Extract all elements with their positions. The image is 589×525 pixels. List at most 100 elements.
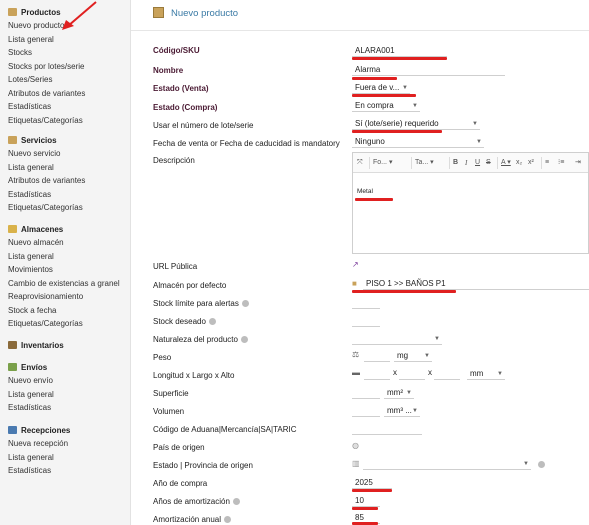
anio-compra-input[interactable]: 2025 [352, 477, 392, 489]
sidebar-item-movimientos[interactable]: Movimientos [0, 263, 131, 277]
strikethrough-icon[interactable]: S [486, 157, 491, 169]
sidebar-item-lista-general[interactable]: Lista general [0, 161, 131, 175]
sidebar-section-title[interactable]: Almacenes [0, 223, 131, 236]
bold-icon[interactable]: B [453, 157, 458, 169]
sidebar-item-lista-general[interactable]: Lista general [0, 388, 131, 402]
nombre-label: Nombre [153, 66, 184, 75]
sidebar-item-lista-general[interactable]: Lista general [0, 451, 131, 465]
largo-input[interactable] [399, 368, 425, 380]
provincia-label: Estado | Provincia de origen [153, 461, 253, 470]
almacen-select[interactable]: PISO 1 >> BAÑOS P1 [363, 278, 589, 290]
peso-unit-select[interactable]: mg ▼ [394, 350, 432, 362]
sidebar-item-nuevo-servicio[interactable]: Nuevo servicio [0, 147, 131, 161]
volumen-unit-select[interactable]: mm³ ... ▼ [384, 405, 420, 417]
annotation-underline [352, 522, 378, 525]
sidebar-item-etiquetas[interactable]: Etiquetas/Categorías [0, 114, 131, 128]
provincia-select[interactable]: ▼ [363, 458, 531, 470]
editor-body-text[interactable]: Metal [357, 188, 373, 195]
sidebar-item-atributos[interactable]: Atributos de variantes [0, 174, 131, 188]
volumen-input[interactable] [352, 405, 380, 417]
external-link-icon[interactable]: ↗ [352, 260, 359, 269]
dim-unit-select[interactable]: mm ▼ [467, 368, 505, 380]
stock-limite-input[interactable] [352, 297, 380, 309]
chevron-down-icon: ▼ [472, 121, 478, 127]
naturaleza-label: Naturaleza del producto [153, 335, 248, 344]
sidebar-item-nuevo-envio[interactable]: Nuevo envío [0, 374, 131, 388]
sidebar-item-estadisticas[interactable]: Estadísticas [0, 100, 131, 114]
info-icon [538, 461, 545, 468]
reception-icon [8, 426, 17, 434]
underline-icon[interactable]: U [475, 157, 480, 169]
numbered-list-icon[interactable]: ≡ [545, 157, 549, 169]
stock-deseado-input[interactable] [352, 315, 380, 327]
toolbar-divider [449, 157, 450, 169]
sidebar-item-nueva-recepcion[interactable]: Nueva recepción [0, 437, 131, 451]
anios-amort-input[interactable]: 10 [352, 495, 380, 507]
sidebar-item-stocks[interactable]: Stocks [0, 46, 131, 60]
sidebar-section-inventarios: Inventarios [0, 339, 131, 352]
alto-input[interactable] [434, 368, 460, 380]
sidebar-item-nuevo-almacen[interactable]: Nuevo almacén [0, 236, 131, 250]
warehouse-icon: ■ [352, 279, 357, 288]
italic-icon[interactable]: I [465, 157, 467, 169]
inventory-icon [8, 341, 17, 349]
warehouse-icon [8, 225, 17, 233]
sidebar-section-almacenes: Almacenes Nuevo almacén Lista general Mo… [0, 223, 131, 331]
url-label: URL Pública [153, 262, 198, 271]
sidebar-section-title[interactable]: Servicios [0, 134, 131, 147]
sidebar-item-stock-fecha[interactable]: Stock a fecha [0, 304, 131, 318]
indent-icon[interactable]: ⇥ [575, 157, 581, 169]
sidebar-item-cambio-existencias[interactable]: Cambio de existencias a granel [0, 277, 131, 291]
box-icon [153, 7, 164, 18]
superficie-input[interactable] [352, 387, 380, 399]
page-header: Nuevo producto [153, 6, 238, 22]
sidebar-item-stocks-lotes[interactable]: Stocks por lotes/serie [0, 60, 131, 74]
sidebar-section-title[interactable]: Recepciones [0, 424, 131, 437]
font-select[interactable]: Fo... ▾ [373, 157, 392, 169]
info-icon [208, 318, 216, 325]
box-icon [8, 136, 17, 144]
toolbar-divider [411, 157, 412, 169]
info-icon [240, 336, 248, 343]
sidebar-section-title[interactable]: Envíos [0, 361, 131, 374]
sidebar-item-estadisticas[interactable]: Estadísticas [0, 464, 131, 478]
aduana-label: Código de Aduana|Mercancía|SA|TARIC [153, 425, 297, 434]
text-color-icon[interactable]: A ▾ [501, 157, 511, 169]
superficie-unit-select[interactable]: mm² ▼ [384, 387, 414, 399]
sidebar-item-etiquetas[interactable]: Etiquetas/Categorías [0, 317, 131, 331]
sidebar-item-atributos[interactable]: Atributos de variantes [0, 87, 131, 101]
longitud-input[interactable] [364, 368, 390, 380]
sidebar-item-lista-general[interactable]: Lista general [0, 250, 131, 264]
fecha-select[interactable]: Ninguno ▼ [352, 136, 484, 148]
box-icon [8, 8, 17, 16]
superscript-icon[interactable]: x² [528, 157, 534, 169]
sidebar-section-title[interactable]: Inventarios [0, 339, 131, 352]
sidebar-item-lotes-series[interactable]: Lotes/Series [0, 73, 131, 87]
sku-input[interactable]: ALARA001 [352, 45, 447, 57]
estado-venta-select[interactable]: Fuera de v... ▼ [352, 82, 410, 94]
dim-separator: x [428, 368, 432, 377]
nombre-input[interactable]: Alarma [352, 64, 505, 76]
subscript-icon[interactable]: x₂ [516, 157, 522, 169]
dim-separator: x [393, 368, 397, 377]
naturaleza-select[interactable]: ▼ [352, 333, 442, 345]
aduana-input[interactable] [352, 423, 422, 435]
volumen-label: Volumen [153, 407, 185, 416]
dimensiones-label: Longitud x Largo x Alto [153, 371, 235, 380]
stock-limite-label: Stock límite para alertas [153, 299, 249, 308]
peso-label: Peso [153, 353, 172, 362]
lote-label: Usar el número de lote/serie [153, 121, 254, 130]
description-editor[interactable]: ⤧ Fo... ▾ Ta... ▾ B I U S A ▾ x₂ x² ≡ ⁝≡… [352, 152, 589, 254]
sidebar-item-reaprovisionamiento[interactable]: Reaprovisionamiento [0, 290, 131, 304]
bulleted-list-icon[interactable]: ⁝≡ [558, 157, 564, 169]
sidebar: Productos Nuevo producto Lista general S… [0, 0, 131, 525]
fullscreen-icon[interactable]: ⤧ [357, 157, 363, 169]
lote-select[interactable]: Sí (lote/serie) requerido ▼ [352, 118, 480, 130]
estado-compra-select[interactable]: En compra ▼ [352, 100, 420, 112]
sidebar-item-estadisticas[interactable]: Estadísticas [0, 401, 131, 415]
sidebar-item-estadisticas[interactable]: Estadísticas [0, 188, 131, 202]
sidebar-item-lista-general[interactable]: Lista general [0, 33, 131, 47]
peso-input[interactable] [364, 350, 390, 362]
size-select[interactable]: Ta... ▾ [415, 157, 434, 169]
sidebar-item-etiquetas[interactable]: Etiquetas/Categorías [0, 201, 131, 215]
